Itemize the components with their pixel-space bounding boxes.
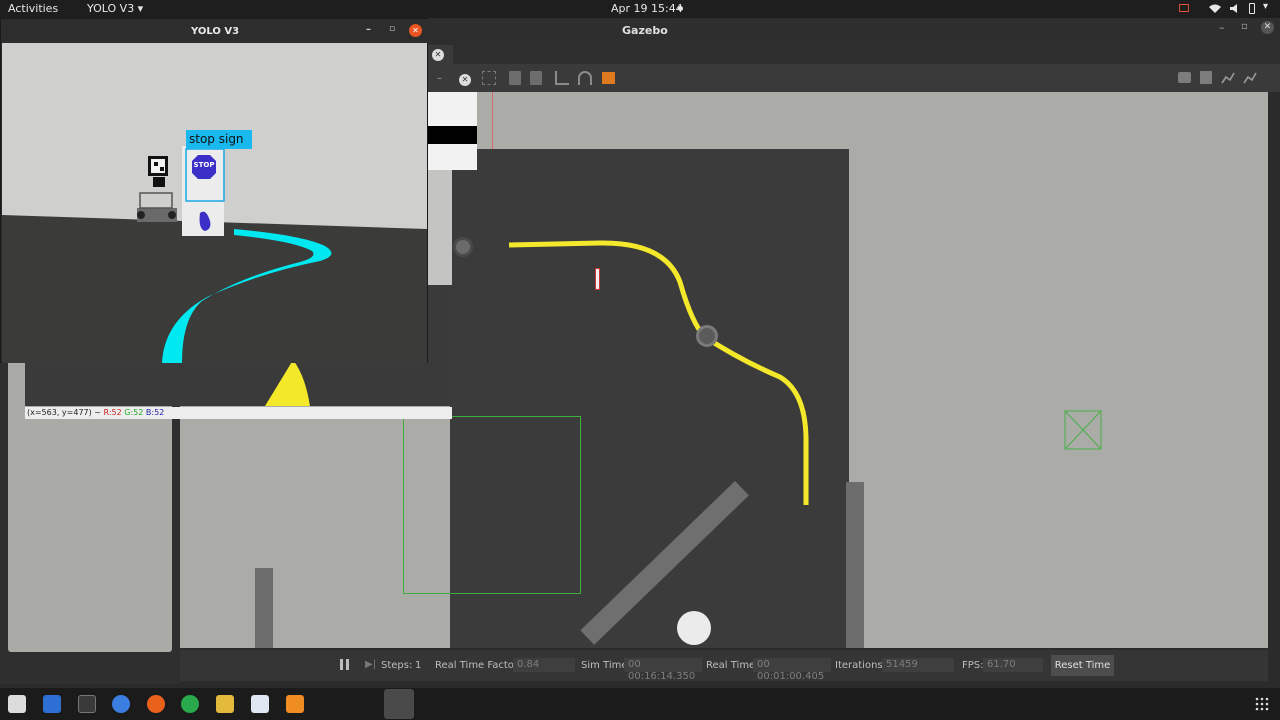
steps-value[interactable]: 1 [415, 660, 421, 671]
yolo-maximize-icon[interactable]: ▫ [389, 24, 395, 34]
notes-icon[interactable] [251, 695, 269, 713]
yolo-window[interactable]: YOLO V3 – ▫ ✕ stop sign STOP [0, 18, 429, 363]
system-top-bar: Activities YOLO V3 ▾ Apr 19 15:44 ▾ [0, 0, 1280, 18]
gazebo-app-icon[interactable] [286, 695, 304, 713]
video-record-icon[interactable] [1243, 71, 1257, 84]
align-icon[interactable] [555, 71, 569, 85]
paste-icon[interactable] [530, 71, 542, 85]
image-view-close-icon[interactable]: ✕ [459, 74, 471, 86]
fps-label: FPS: [962, 660, 984, 671]
pause-icon-bar2[interactable] [346, 659, 349, 670]
yolo-detection-view[interactable]: stop sign STOP [2, 43, 427, 363]
gazebo-bottom-bar: ▶| Steps: 1 Real Time Factor: 0.84 Sim T… [180, 650, 1268, 682]
shape-orange-icon[interactable] [602, 72, 615, 84]
gazebo-window-title: Gazebo [622, 24, 668, 37]
activities-button[interactable]: Activities [8, 2, 58, 15]
text-editor-icon[interactable] [43, 695, 61, 713]
log-icon[interactable] [1200, 71, 1212, 84]
robot2-top-view[interactable] [696, 325, 718, 347]
minimize-icon[interactable]: – [1219, 21, 1225, 34]
chrome-icon[interactable] [112, 695, 130, 713]
snap-icon[interactable] [482, 71, 496, 85]
magnet-icon[interactable] [578, 71, 592, 85]
real-time-field: 00 00:01:00.405 [753, 658, 831, 682]
camera-record-icon[interactable] [1179, 4, 1189, 12]
status-coords: (x=563, y=477) ~ [27, 408, 101, 417]
yolo-window-title: YOLO V3 [191, 26, 240, 37]
yolo-title-bar[interactable]: YOLO V3 – ▫ ✕ [1, 19, 429, 43]
app-menu[interactable]: YOLO V3 ▾ [87, 2, 143, 15]
light-marker[interactable] [1064, 410, 1102, 450]
robot-top-view[interactable] [453, 237, 473, 257]
firefox-icon[interactable] [147, 695, 165, 713]
step-icon[interactable]: ▶| [365, 659, 376, 670]
rtf-label: Real Time Factor: [435, 660, 522, 671]
close-icon[interactable]: ✕ [1261, 21, 1274, 34]
image-view-black-band [427, 126, 477, 144]
copy-icon[interactable] [509, 71, 521, 85]
status-g: G:52 [124, 408, 144, 417]
iterations-label: Iterations: [835, 660, 886, 671]
notification-dot-icon [678, 6, 683, 11]
app-grid-icon[interactable] [1255, 696, 1269, 711]
reset-time-button[interactable]: Reset Time [1051, 655, 1114, 676]
fps-field: 61.70 [983, 658, 1043, 672]
rtf-field: 0.84 [513, 658, 575, 672]
image-view-close-icon-back[interactable]: ✕ [432, 49, 444, 61]
iterations-field: 51459 [882, 658, 954, 672]
pause-icon-bar1[interactable] [340, 659, 343, 670]
plot-icon[interactable] [1221, 71, 1235, 84]
volume-icon[interactable] [1229, 3, 1241, 14]
stop-sign-text: STOP [193, 161, 215, 169]
image-view-minimize-icon[interactable]: – [437, 73, 442, 84]
yolo-scene [2, 146, 427, 363]
battery-icon[interactable] [1249, 3, 1255, 14]
stop-sign-top-view[interactable] [595, 268, 600, 290]
maximize-icon[interactable]: ▫ [1241, 21, 1248, 32]
sim-time-field: 00 00:16:14.350 [624, 658, 702, 682]
steps-label: Steps: [381, 660, 413, 671]
status-b: B:52 [145, 408, 165, 417]
spotify-icon[interactable] [181, 695, 199, 713]
yolo-close-icon[interactable]: ✕ [409, 24, 422, 37]
terminal-icon[interactable] [78, 695, 96, 713]
status-r: R:52 [103, 408, 122, 417]
files-icon[interactable] [8, 695, 26, 713]
system-menu-chevron-icon[interactable]: ▾ [1263, 1, 1268, 12]
detection-label-badge: stop sign [186, 130, 252, 149]
real-time-label: Real Time: [706, 660, 759, 671]
screenshot-camera-icon[interactable] [1178, 72, 1191, 83]
wifi-icon[interactable] [1208, 3, 1222, 14]
yolo-minimize-icon[interactable]: – [366, 24, 371, 35]
active-window-icon[interactable] [384, 689, 414, 719]
image-view-status-bar: (x=563, y=477) ~ R:52 G:52 B:52 [25, 407, 452, 419]
clock[interactable]: Apr 19 15:44 [611, 2, 683, 15]
archive-icon[interactable] [216, 695, 234, 713]
